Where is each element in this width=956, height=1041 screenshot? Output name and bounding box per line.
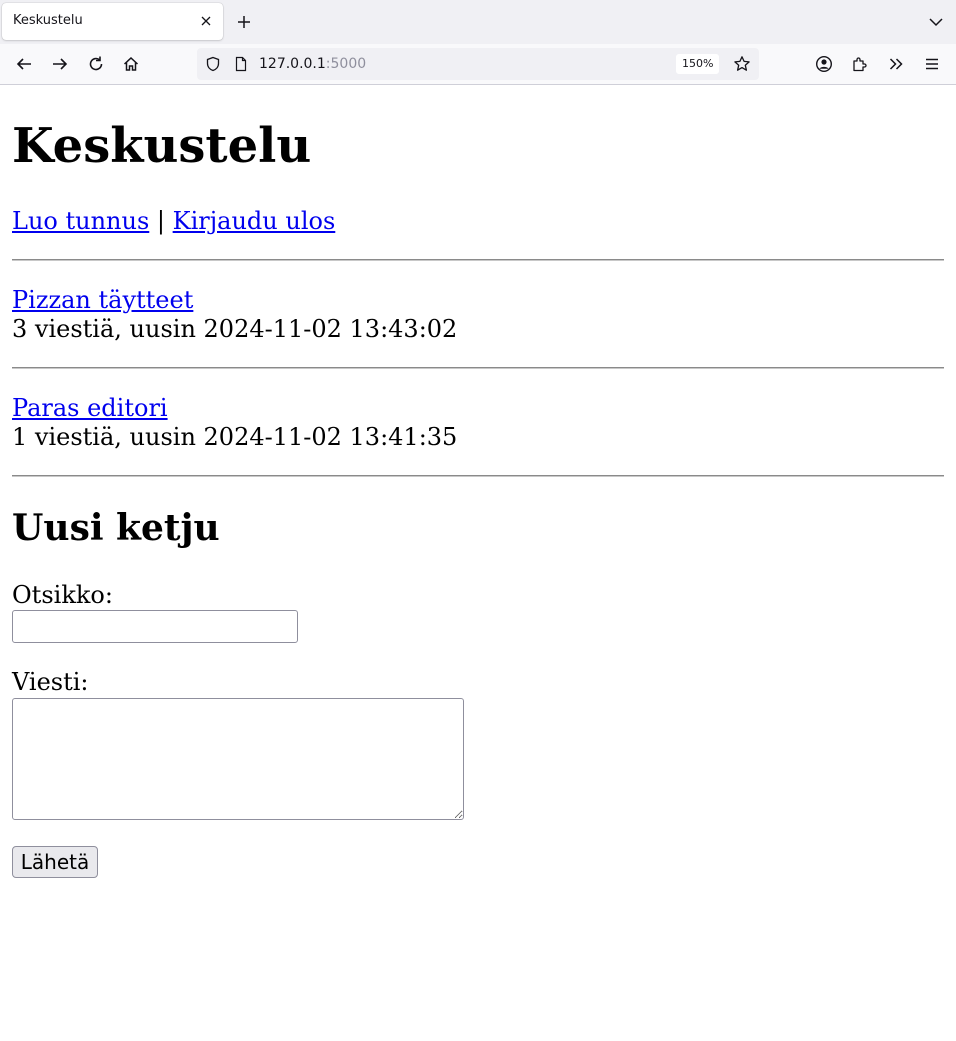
nav-separator: | (156, 207, 165, 235)
thread-item: Pizzan täytteet 3 viestiä, uusin 2024-11… (12, 286, 457, 344)
message-textarea[interactable] (12, 698, 464, 820)
zoom-badge[interactable]: 150% (676, 54, 720, 74)
url-text[interactable]: 127.0.0.1:5000 (259, 56, 366, 72)
logout-link[interactable]: Kirjaudu ulos (173, 207, 336, 235)
title-label: Otsikko: (12, 581, 113, 609)
new-tab-plus-icon[interactable] (235, 13, 253, 31)
thread-meta: 3 viestiä, uusin 2024-11-02 13:43:02 (12, 315, 458, 343)
title-input[interactable] (12, 610, 298, 643)
thread-item: Paras editori 1 viestiä, uusin 2024-11-0… (12, 394, 457, 452)
back-arrow-icon[interactable] (13, 53, 35, 75)
top-nav: Luo tunnus | Kirjaudu ulos (12, 206, 335, 236)
new-thread-heading: Uusi ketju (12, 507, 220, 549)
hamburger-menu-icon[interactable] (921, 53, 943, 75)
more-tools-chevrons-icon[interactable] (885, 53, 907, 75)
home-icon[interactable] (120, 53, 142, 75)
tab-title: Keskustelu (13, 13, 83, 28)
divider (12, 259, 944, 261)
page-icon[interactable] (233, 56, 249, 72)
shield-icon[interactable] (205, 56, 221, 72)
message-label: Viesti: (12, 668, 89, 696)
register-link[interactable]: Luo tunnus (12, 207, 149, 235)
close-tab-icon[interactable] (198, 13, 214, 29)
thread-title-link[interactable]: Pizzan täytteet (12, 286, 193, 314)
url-port: :5000 (325, 56, 367, 72)
divider (12, 475, 944, 477)
submit-button[interactable]: Lähetä (12, 846, 98, 878)
account-icon[interactable] (813, 53, 835, 75)
browser-tab[interactable]: Keskustelu (2, 3, 223, 40)
page-title: Keskustelu (12, 118, 312, 174)
thread-title-link[interactable]: Paras editori (12, 394, 168, 422)
navigation-toolbar: 127.0.0.1:5000 150% (0, 44, 956, 85)
url-host: 127.0.0.1 (259, 56, 326, 72)
address-bar[interactable]: 127.0.0.1:5000 150% (197, 48, 759, 80)
reload-icon[interactable] (85, 53, 107, 75)
forward-arrow-icon[interactable] (49, 53, 71, 75)
thread-meta: 1 viestiä, uusin 2024-11-02 13:41:35 (12, 423, 458, 451)
extensions-puzzle-icon[interactable] (849, 53, 871, 75)
bookmark-star-icon[interactable] (733, 55, 751, 73)
divider (12, 367, 944, 369)
tab-bar: Keskustelu (0, 0, 956, 44)
chevron-down-icon[interactable] (927, 13, 945, 31)
